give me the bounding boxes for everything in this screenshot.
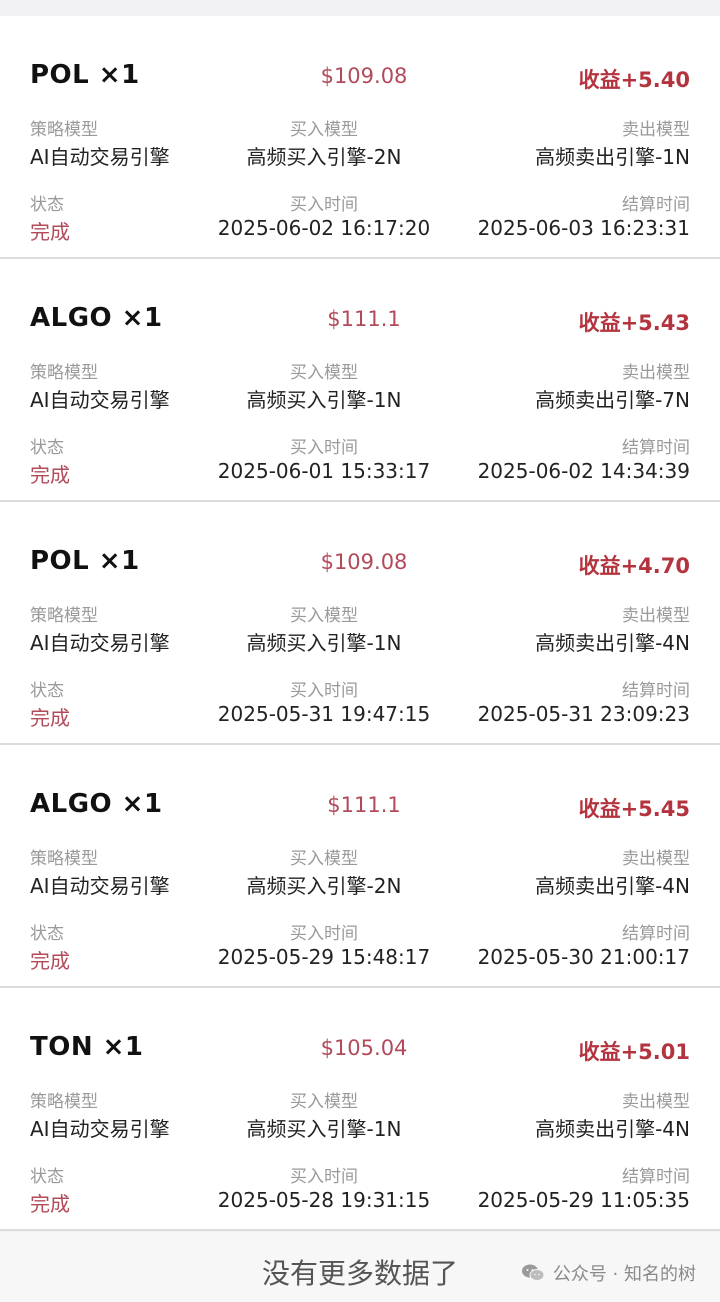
trade-history-page: POL ×1 $109.08 收益+5.40 策略模型 买入模型 卖出模型 AI… <box>0 0 720 1302</box>
profit-value: 收益+5.01 <box>578 1040 690 1064</box>
trade-list[interactable]: POL ×1 $109.08 收益+5.40 策略模型 买入模型 卖出模型 AI… <box>0 16 720 1231</box>
trade-price: $105.04 <box>320 1036 408 1060</box>
status-value: 完成 <box>30 1192 70 1216</box>
status-label: 状态 <box>30 924 64 944</box>
status-value: 完成 <box>30 706 70 730</box>
buy-model-label: 买入模型 <box>290 363 358 383</box>
buy-model-label: 买入模型 <box>290 120 358 140</box>
profit-value: 收益+5.43 <box>578 311 690 335</box>
buy-time-value: 2025-06-01 15:33:17 <box>217 459 431 483</box>
trade-card[interactable]: POL ×1 $109.08 收益+5.40 策略模型 买入模型 卖出模型 AI… <box>0 16 720 259</box>
wechat-icon <box>521 1264 545 1281</box>
settle-time-label: 结算时间 <box>622 195 690 215</box>
coin-name: TON ×1 <box>30 1032 144 1062</box>
coin-name: ALGO ×1 <box>30 789 163 819</box>
buy-model-value: 高频买入引擎-1N <box>246 388 402 412</box>
status-label: 状态 <box>30 1167 64 1187</box>
profit-value: 收益+5.45 <box>578 797 690 821</box>
strategy-model-label: 策略模型 <box>30 606 98 626</box>
buy-model-label: 买入模型 <box>290 849 358 869</box>
buy-time-label: 买入时间 <box>290 195 358 215</box>
coin-name: POL ×1 <box>30 60 140 90</box>
trade-price: $111.1 <box>327 307 401 331</box>
sell-model-label: 卖出模型 <box>622 849 690 869</box>
settle-time-value: 2025-05-29 11:05:35 <box>477 1188 690 1212</box>
trade-card[interactable]: ALGO ×1 $111.1 收益+5.43 策略模型 买入模型 卖出模型 AI… <box>0 259 720 502</box>
buy-model-value: 高频买入引擎-1N <box>246 631 402 655</box>
strategy-model-label: 策略模型 <box>30 120 98 140</box>
trade-card[interactable]: POL ×1 $109.08 收益+4.70 策略模型 买入模型 卖出模型 AI… <box>0 502 720 745</box>
watermark-text: 公众号 · 知名的树 <box>552 1264 696 1285</box>
buy-time-label: 买入时间 <box>290 924 358 944</box>
sell-model-value: 高频卖出引擎-4N <box>535 1117 690 1141</box>
strategy-model-value: AI自动交易引擎 <box>30 145 170 169</box>
buy-time-label: 买入时间 <box>290 1167 358 1187</box>
settle-time-label: 结算时间 <box>622 924 690 944</box>
buy-time-value: 2025-06-02 16:17:20 <box>217 216 431 240</box>
trade-card[interactable]: TON ×1 $105.04 收益+5.01 策略模型 买入模型 卖出模型 AI… <box>0 988 720 1231</box>
buy-model-value: 高频买入引擎-2N <box>246 874 402 898</box>
buy-time-label: 买入时间 <box>290 438 358 458</box>
buy-time-value: 2025-05-29 15:48:17 <box>217 945 431 969</box>
status-value: 完成 <box>30 220 70 244</box>
status-label: 状态 <box>30 438 64 458</box>
settle-time-value: 2025-05-30 21:00:17 <box>477 945 690 969</box>
settle-time-label: 结算时间 <box>622 1167 690 1187</box>
sell-model-label: 卖出模型 <box>622 606 690 626</box>
list-footer: 没有更多数据了 公众号 · 知名的树 <box>0 1232 720 1302</box>
status-value: 完成 <box>30 949 70 973</box>
buy-model-label: 买入模型 <box>290 606 358 626</box>
no-more-data-text: 没有更多数据了 <box>261 1257 459 1290</box>
strategy-model-label: 策略模型 <box>30 849 98 869</box>
coin-name: ALGO ×1 <box>30 303 163 333</box>
profit-value: 收益+5.40 <box>578 68 690 92</box>
strategy-model-label: 策略模型 <box>30 1092 98 1112</box>
buy-time-value: 2025-05-31 19:47:15 <box>217 702 431 726</box>
sell-model-value: 高频卖出引擎-4N <box>535 631 690 655</box>
buy-time-value: 2025-05-28 19:31:15 <box>217 1188 431 1212</box>
settle-time-label: 结算时间 <box>622 681 690 701</box>
strategy-model-value: AI自动交易引擎 <box>30 874 170 898</box>
trade-card[interactable]: ALGO ×1 $111.1 收益+5.45 策略模型 买入模型 卖出模型 AI… <box>0 745 720 988</box>
status-label: 状态 <box>30 681 64 701</box>
top-strip <box>0 0 720 16</box>
buy-model-value: 高频买入引擎-1N <box>246 1117 402 1141</box>
buy-model-label: 买入模型 <box>290 1092 358 1112</box>
sell-model-value: 高频卖出引擎-7N <box>535 388 690 412</box>
buy-time-label: 买入时间 <box>290 681 358 701</box>
buy-model-value: 高频买入引擎-2N <box>246 145 402 169</box>
sell-model-value: 高频卖出引擎-1N <box>535 145 690 169</box>
status-label: 状态 <box>30 195 64 215</box>
strategy-model-value: AI自动交易引擎 <box>30 631 170 655</box>
settle-time-value: 2025-06-02 14:34:39 <box>477 459 690 483</box>
settle-time-label: 结算时间 <box>622 438 690 458</box>
watermark: 公众号 · 知名的树 <box>521 1260 696 1286</box>
coin-name: POL ×1 <box>30 546 140 576</box>
settle-time-value: 2025-06-03 16:23:31 <box>477 216 690 240</box>
trade-price: $111.1 <box>327 793 401 817</box>
sell-model-label: 卖出模型 <box>622 120 690 140</box>
sell-model-value: 高频卖出引擎-4N <box>535 874 690 898</box>
strategy-model-value: AI自动交易引擎 <box>30 1117 170 1141</box>
sell-model-label: 卖出模型 <box>622 1092 690 1112</box>
strategy-model-value: AI自动交易引擎 <box>30 388 170 412</box>
trade-price: $109.08 <box>320 64 408 88</box>
sell-model-label: 卖出模型 <box>622 363 690 383</box>
status-value: 完成 <box>30 463 70 487</box>
strategy-model-label: 策略模型 <box>30 363 98 383</box>
trade-price: $109.08 <box>320 550 408 574</box>
settle-time-value: 2025-05-31 23:09:23 <box>477 702 690 726</box>
profit-value: 收益+4.70 <box>578 554 690 578</box>
